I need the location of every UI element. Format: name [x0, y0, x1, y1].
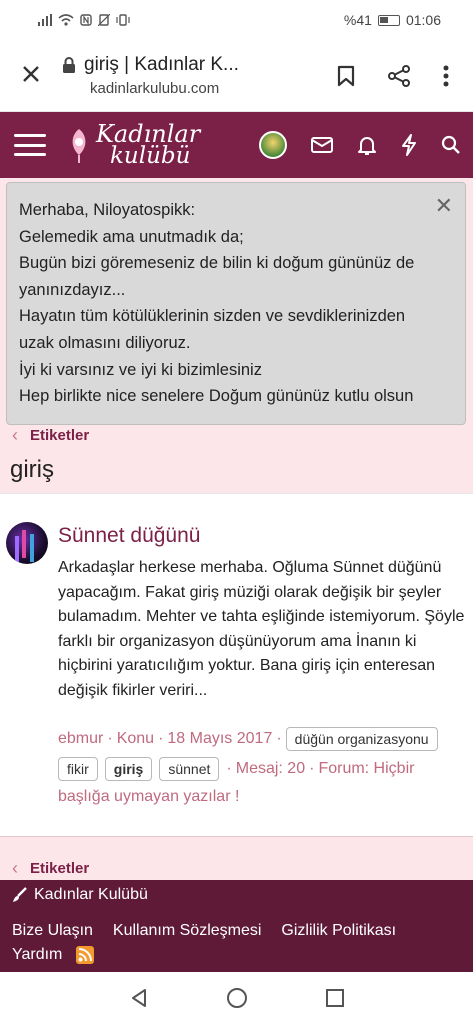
- lightning-icon[interactable]: [401, 134, 417, 156]
- notice-line: Merhaba, Niloyatospikk:: [19, 201, 196, 219]
- recents-icon[interactable]: [325, 988, 345, 1008]
- breadcrumb-bottom[interactable]: ‹ Etiketler: [12, 858, 89, 878]
- close-tab-button[interactable]: [0, 60, 62, 91]
- brush-icon: [13, 887, 27, 902]
- thread-snippet: Arkadaşlar herkese merhaba. Oğluma Sünne…: [58, 559, 465, 699]
- logo-line-2: kulübü: [110, 143, 191, 169]
- chevron-left-icon: ‹: [12, 857, 18, 878]
- back-icon[interactable]: [129, 988, 149, 1008]
- lock-icon: [63, 57, 75, 73]
- clock: 01:06: [405, 12, 441, 28]
- separator: ·: [226, 760, 232, 777]
- url-bar[interactable]: giriş | Kadınlar K... kadinlarkulubu.com: [62, 54, 337, 97]
- domain-text: kadinlarkulubu.com: [90, 80, 220, 97]
- status-icons: [38, 14, 130, 26]
- menu-button[interactable]: [14, 134, 46, 156]
- notice-area: Merhaba, Niloyatospikk: Gelemedik ama un…: [0, 178, 473, 493]
- footer-brand[interactable]: Kadınlar Kulübü: [12, 886, 148, 904]
- url-title-row: giriş | Kadınlar K...: [62, 54, 337, 76]
- nfc-icon: [80, 14, 92, 26]
- author-avatar[interactable]: [6, 522, 48, 564]
- notice-close-button[interactable]: ✕: [435, 193, 453, 220]
- notice-line: Gelemedik ama unutmadık da;: [19, 227, 244, 246]
- notice-line: İyi ki varsınız ve iyi ki bizimlesiniz: [19, 360, 262, 379]
- chevron-left-icon: ‹: [12, 424, 18, 445]
- battery-percent: %41: [343, 12, 372, 28]
- notice-line: Hep birlikte nice senelere Doğum gününüz…: [19, 387, 414, 406]
- more-options-icon[interactable]: [443, 65, 449, 87]
- terms-link[interactable]: Kullanım Sözleşmesi: [113, 922, 262, 940]
- forum-link-part2[interactable]: başlığa uymayan yazılar !: [58, 784, 468, 810]
- wifi-icon: [58, 14, 74, 26]
- page-title: giriş: [10, 456, 55, 483]
- meta-row: ebmur · Konu · 18 Mayıs 2017 · düğün org…: [58, 726, 468, 752]
- thread-item: Sünnet düğünü Arkadaşlar herkese merhaba…: [0, 493, 473, 836]
- tag-button[interactable]: düğün organizasyonu: [285, 727, 438, 751]
- notice-line: uzak olmasını diliyoruz.: [19, 333, 191, 352]
- battery-icon: [377, 14, 400, 26]
- help-link[interactable]: Yardım: [12, 946, 62, 964]
- browser-toolbar: giriş | Kadınlar K... kadinlarkulubu.com: [0, 40, 473, 112]
- forum-link-part1[interactable]: Forum: Hiçbir: [318, 756, 414, 782]
- site-footer: Kadınlar Kulübü Bize Ulaşın Kullanım Söz…: [0, 880, 473, 972]
- bottom-breadcrumb-bar: ‹ Etiketler: [0, 836, 473, 880]
- footer-links: Bize Ulaşın Kullanım Sözleşmesi Gizlilik…: [12, 922, 396, 940]
- thread-meta: ebmur · Konu · 18 Mayıs 2017 · düğün org…: [58, 726, 468, 810]
- contact-link[interactable]: Bize Ulaşın: [12, 922, 93, 940]
- signal-icon: [38, 14, 52, 26]
- rss-icon[interactable]: [76, 946, 95, 964]
- close-icon: [23, 66, 39, 82]
- thread-title-link[interactable]: Sünnet düğünü: [58, 524, 200, 548]
- footer-links-row2: Yardım: [12, 946, 95, 964]
- content-type: Konu: [116, 730, 155, 747]
- author-link[interactable]: ebmur: [58, 726, 103, 752]
- status-bar: %41 01:06: [0, 0, 473, 40]
- separator: ·: [309, 760, 315, 777]
- birthday-notice: Merhaba, Niloyatospikk: Gelemedik ama un…: [6, 182, 466, 425]
- logo-line-1: Kadınlar: [96, 120, 201, 148]
- breadcrumb-label: Etiketler: [30, 426, 90, 444]
- notice-line: Hayatın tüm kötülüklerinin sizden ve sev…: [19, 307, 406, 326]
- user-avatar[interactable]: [259, 131, 287, 159]
- vibrate-icon: [116, 14, 130, 26]
- header-icons: [259, 131, 461, 159]
- breadcrumb-label: Etiketler: [30, 859, 90, 877]
- mail-icon[interactable]: [311, 137, 333, 153]
- notice-line: Bugün bizi göremeseniz de bilin ki doğum…: [19, 254, 415, 273]
- home-icon[interactable]: [226, 987, 248, 1009]
- separator: ·: [276, 730, 282, 747]
- page-title-text: giriş | Kadınlar K...: [84, 54, 239, 75]
- breadcrumb[interactable]: ‹ Etiketler: [12, 425, 89, 445]
- silent-icon: [98, 14, 110, 26]
- tag-button[interactable]: fikir: [58, 757, 98, 781]
- system-nav-bar: [0, 972, 473, 1024]
- footer-brand-label: Kadınlar Kulübü: [34, 886, 148, 903]
- privacy-link[interactable]: Gizlilik Politikası: [281, 922, 396, 940]
- browser-actions: [337, 64, 473, 88]
- status-right: %41 01:06: [344, 12, 441, 28]
- meta-row: fikir giriş sünnet · Mesaj: 20 · Forum: …: [58, 756, 468, 782]
- reply-count: Mesaj: 20: [235, 760, 306, 777]
- tag-button[interactable]: sünnet: [159, 757, 220, 781]
- logo-flower-icon: [72, 129, 86, 163]
- tag-button-active[interactable]: giriş: [104, 757, 153, 781]
- site-header: Kadınlar kulübü: [0, 112, 473, 178]
- share-icon[interactable]: [387, 64, 411, 88]
- separator: ·: [158, 730, 164, 747]
- thread-date: 18 Mayıs 2017: [167, 730, 273, 747]
- bell-icon[interactable]: [357, 134, 377, 156]
- notice-line: yanınızdayız...: [19, 280, 126, 299]
- search-icon[interactable]: [441, 135, 461, 155]
- bookmark-icon[interactable]: [337, 65, 355, 87]
- separator: ·: [107, 730, 113, 747]
- site-logo[interactable]: Kadınlar kulübü: [96, 120, 201, 169]
